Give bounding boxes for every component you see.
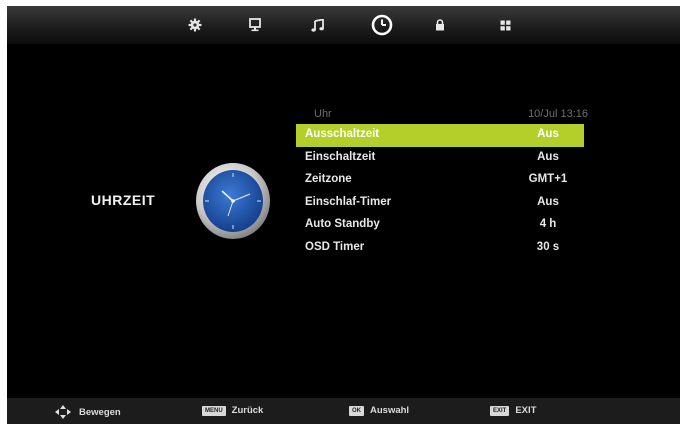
clock-label: Uhr [314, 108, 332, 120]
menu-item-einschlaf-timer[interactable]: Einschlaf-Timer Aus [296, 192, 584, 215]
music-note-icon[interactable] [305, 13, 329, 37]
menu-item-auto-standby[interactable]: Auto Standby 4 h [296, 214, 584, 237]
hint-exit-label: EXIT [515, 405, 537, 416]
hint-move: Bewegen [53, 405, 121, 419]
menu-item-value: Aus [537, 150, 559, 163]
dpad-icon [55, 405, 71, 419]
menu-item-label: Einschaltzeit [305, 150, 376, 163]
menu-item-zeitzone[interactable]: Zeitzone GMT+1 [296, 169, 584, 192]
menu-item-ausschaltzeit[interactable]: Ausschaltzeit Aus [296, 124, 584, 147]
menu-item-value: Aus [537, 195, 559, 208]
clock-illustration-icon [196, 163, 270, 239]
gear-icon[interactable] [183, 13, 207, 37]
clock-value: 10/Jul 13:16 [528, 108, 588, 120]
clock-icon[interactable] [370, 13, 394, 37]
menu-item-label: Auto Standby [305, 218, 380, 230]
menu-item-value: 4 h [539, 218, 557, 230]
hint-move-label: Bewegen [79, 406, 121, 418]
ok-key-icon: OK [349, 405, 364, 416]
menu-item-label: Zeitzone [305, 173, 352, 185]
menu-item-label: Ausschaltzeit [305, 128, 380, 140]
hint-back: MENU Zurück [202, 405, 263, 416]
menu-item-value: 30 s [536, 240, 560, 253]
clock-header-row: Uhr 10/Jul 13:16 [305, 107, 588, 123]
section-title: UHRZEIT [91, 192, 156, 208]
menu-item-label: Einschlaf-Timer [305, 195, 392, 208]
menu-item-value: GMT+1 [528, 173, 568, 185]
tv-osd-screen: UHRZEIT Uhr 10/Jul 13:16 Ausschaltzeit A… [7, 6, 680, 424]
grid-icon[interactable] [493, 13, 517, 37]
exit-key-icon: EXIT [490, 405, 510, 416]
hint-back-label: Zurück [231, 405, 264, 416]
footer-hint-bar: Bewegen MENU Zurück OK Auswahl EXIT EXIT [7, 398, 680, 424]
menu-item-value: Aus [537, 128, 559, 140]
menu-item-osd-timer[interactable]: OSD Timer 30 s [296, 237, 584, 260]
menu-key-icon: MENU [202, 405, 226, 416]
hint-exit: EXIT EXIT [490, 405, 536, 416]
menu-item-label: OSD Timer [305, 240, 365, 253]
time-settings-menu: Ausschaltzeit Aus Einschaltzeit Aus Zeit… [296, 124, 584, 259]
menu-item-einschaltzeit[interactable]: Einschaltzeit Aus [296, 147, 584, 170]
monitor-icon[interactable] [243, 13, 267, 37]
top-menu-bar [7, 6, 680, 44]
lock-icon[interactable] [428, 13, 452, 37]
hint-select-label: Auswahl [370, 405, 410, 416]
hint-select: OK Auswahl [349, 405, 409, 416]
